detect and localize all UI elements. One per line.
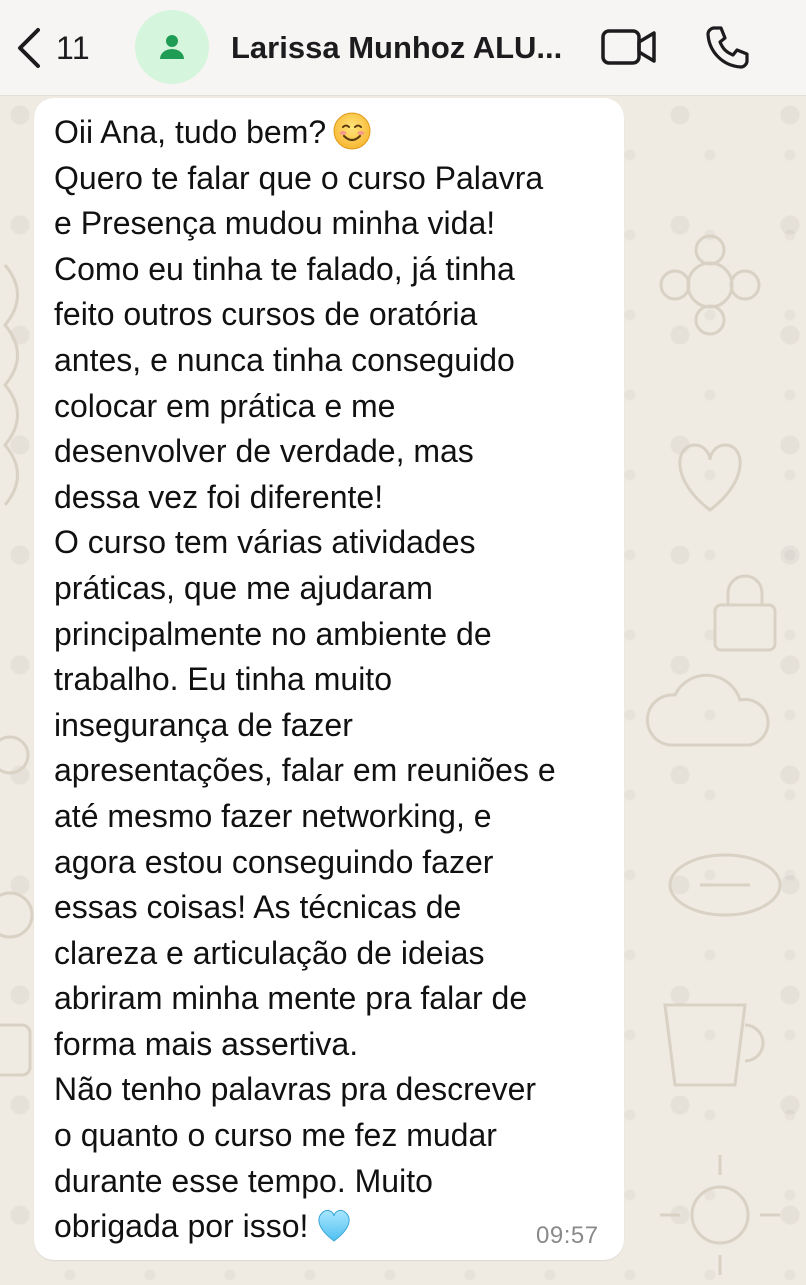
message-line: clareza e articulação de ideias	[54, 934, 485, 971]
message-line: Como eu tinha te falado, já tinha	[54, 250, 515, 287]
contact-name[interactable]: Larissa Munhoz ALU...	[231, 28, 581, 68]
message-line: desenvolver de verdade, mas	[54, 433, 474, 470]
message-line: antes, e nunca tinha conseguido	[54, 341, 515, 378]
message-line: feito outros cursos de oratória	[54, 296, 478, 333]
message-line: o quanto o curso me fez mudar	[54, 1117, 497, 1154]
message-line: principalmente no ambiente de	[54, 615, 492, 652]
contact-avatar[interactable]	[135, 10, 209, 84]
message-line: dessa vez foi diferente!	[54, 478, 384, 515]
chevron-left-icon	[18, 28, 40, 68]
message-line: até mesmo fazer networking, e	[54, 797, 492, 834]
doodle-cup-icon	[663, 1003, 765, 1087]
person-icon	[160, 35, 184, 59]
doodle-football-icon	[668, 853, 782, 917]
message-line: Quero te falar que o curso Palavra	[54, 159, 544, 196]
message-line: Oii Ana, tudo bem?	[54, 110, 614, 156]
phone-icon	[706, 26, 749, 69]
message-timestamp: 09:57	[536, 1222, 599, 1249]
doodle-heart-icon	[678, 443, 742, 512]
message-line: forma mais assertiva.	[54, 1025, 359, 1062]
message-line: práticas, que me ajudaram	[54, 569, 433, 606]
back-button[interactable]: 11	[14, 22, 90, 74]
message-line: apresentações, falar em reuniões e	[54, 752, 556, 789]
message-line: colocar em prática e me	[54, 387, 396, 424]
smiling-face-emoji	[333, 112, 371, 150]
message-line: trabalho. Eu tinha muito	[54, 661, 392, 698]
message-line: abriram minha mente pra falar de	[54, 980, 528, 1017]
message-line: Não tenho palavras pra descrever	[54, 1071, 537, 1108]
message-text: Oii Ana, tudo bem? Quero te falar que o …	[54, 110, 614, 1250]
message-line: durante esse tempo. Muito	[54, 1162, 433, 1199]
message-line: agora estou conseguindo fazer	[54, 843, 494, 880]
chat-header: 11 Larissa Munhoz ALU...	[0, 0, 806, 96]
doodle-lock-icon	[713, 574, 777, 652]
message-line: O curso tem várias atividades	[54, 524, 476, 561]
video-camera-icon	[601, 29, 656, 65]
message-line: essas coisas! As técnicas de	[54, 889, 462, 926]
light-blue-heart-emoji	[318, 1210, 350, 1242]
voice-call-button[interactable]	[704, 24, 750, 70]
video-call-button[interactable]	[600, 27, 658, 67]
message-line: insegurança de fazer	[54, 706, 353, 743]
message-line: e Presença mudou minha vida!	[54, 205, 496, 242]
doodle-sun-icon	[660, 1155, 780, 1275]
doodle-flower-icon	[659, 234, 761, 336]
doodle-cloud-icon	[645, 673, 770, 747]
message-line: obrigada por isso!	[54, 1204, 614, 1250]
unread-count: 11	[56, 29, 91, 66]
